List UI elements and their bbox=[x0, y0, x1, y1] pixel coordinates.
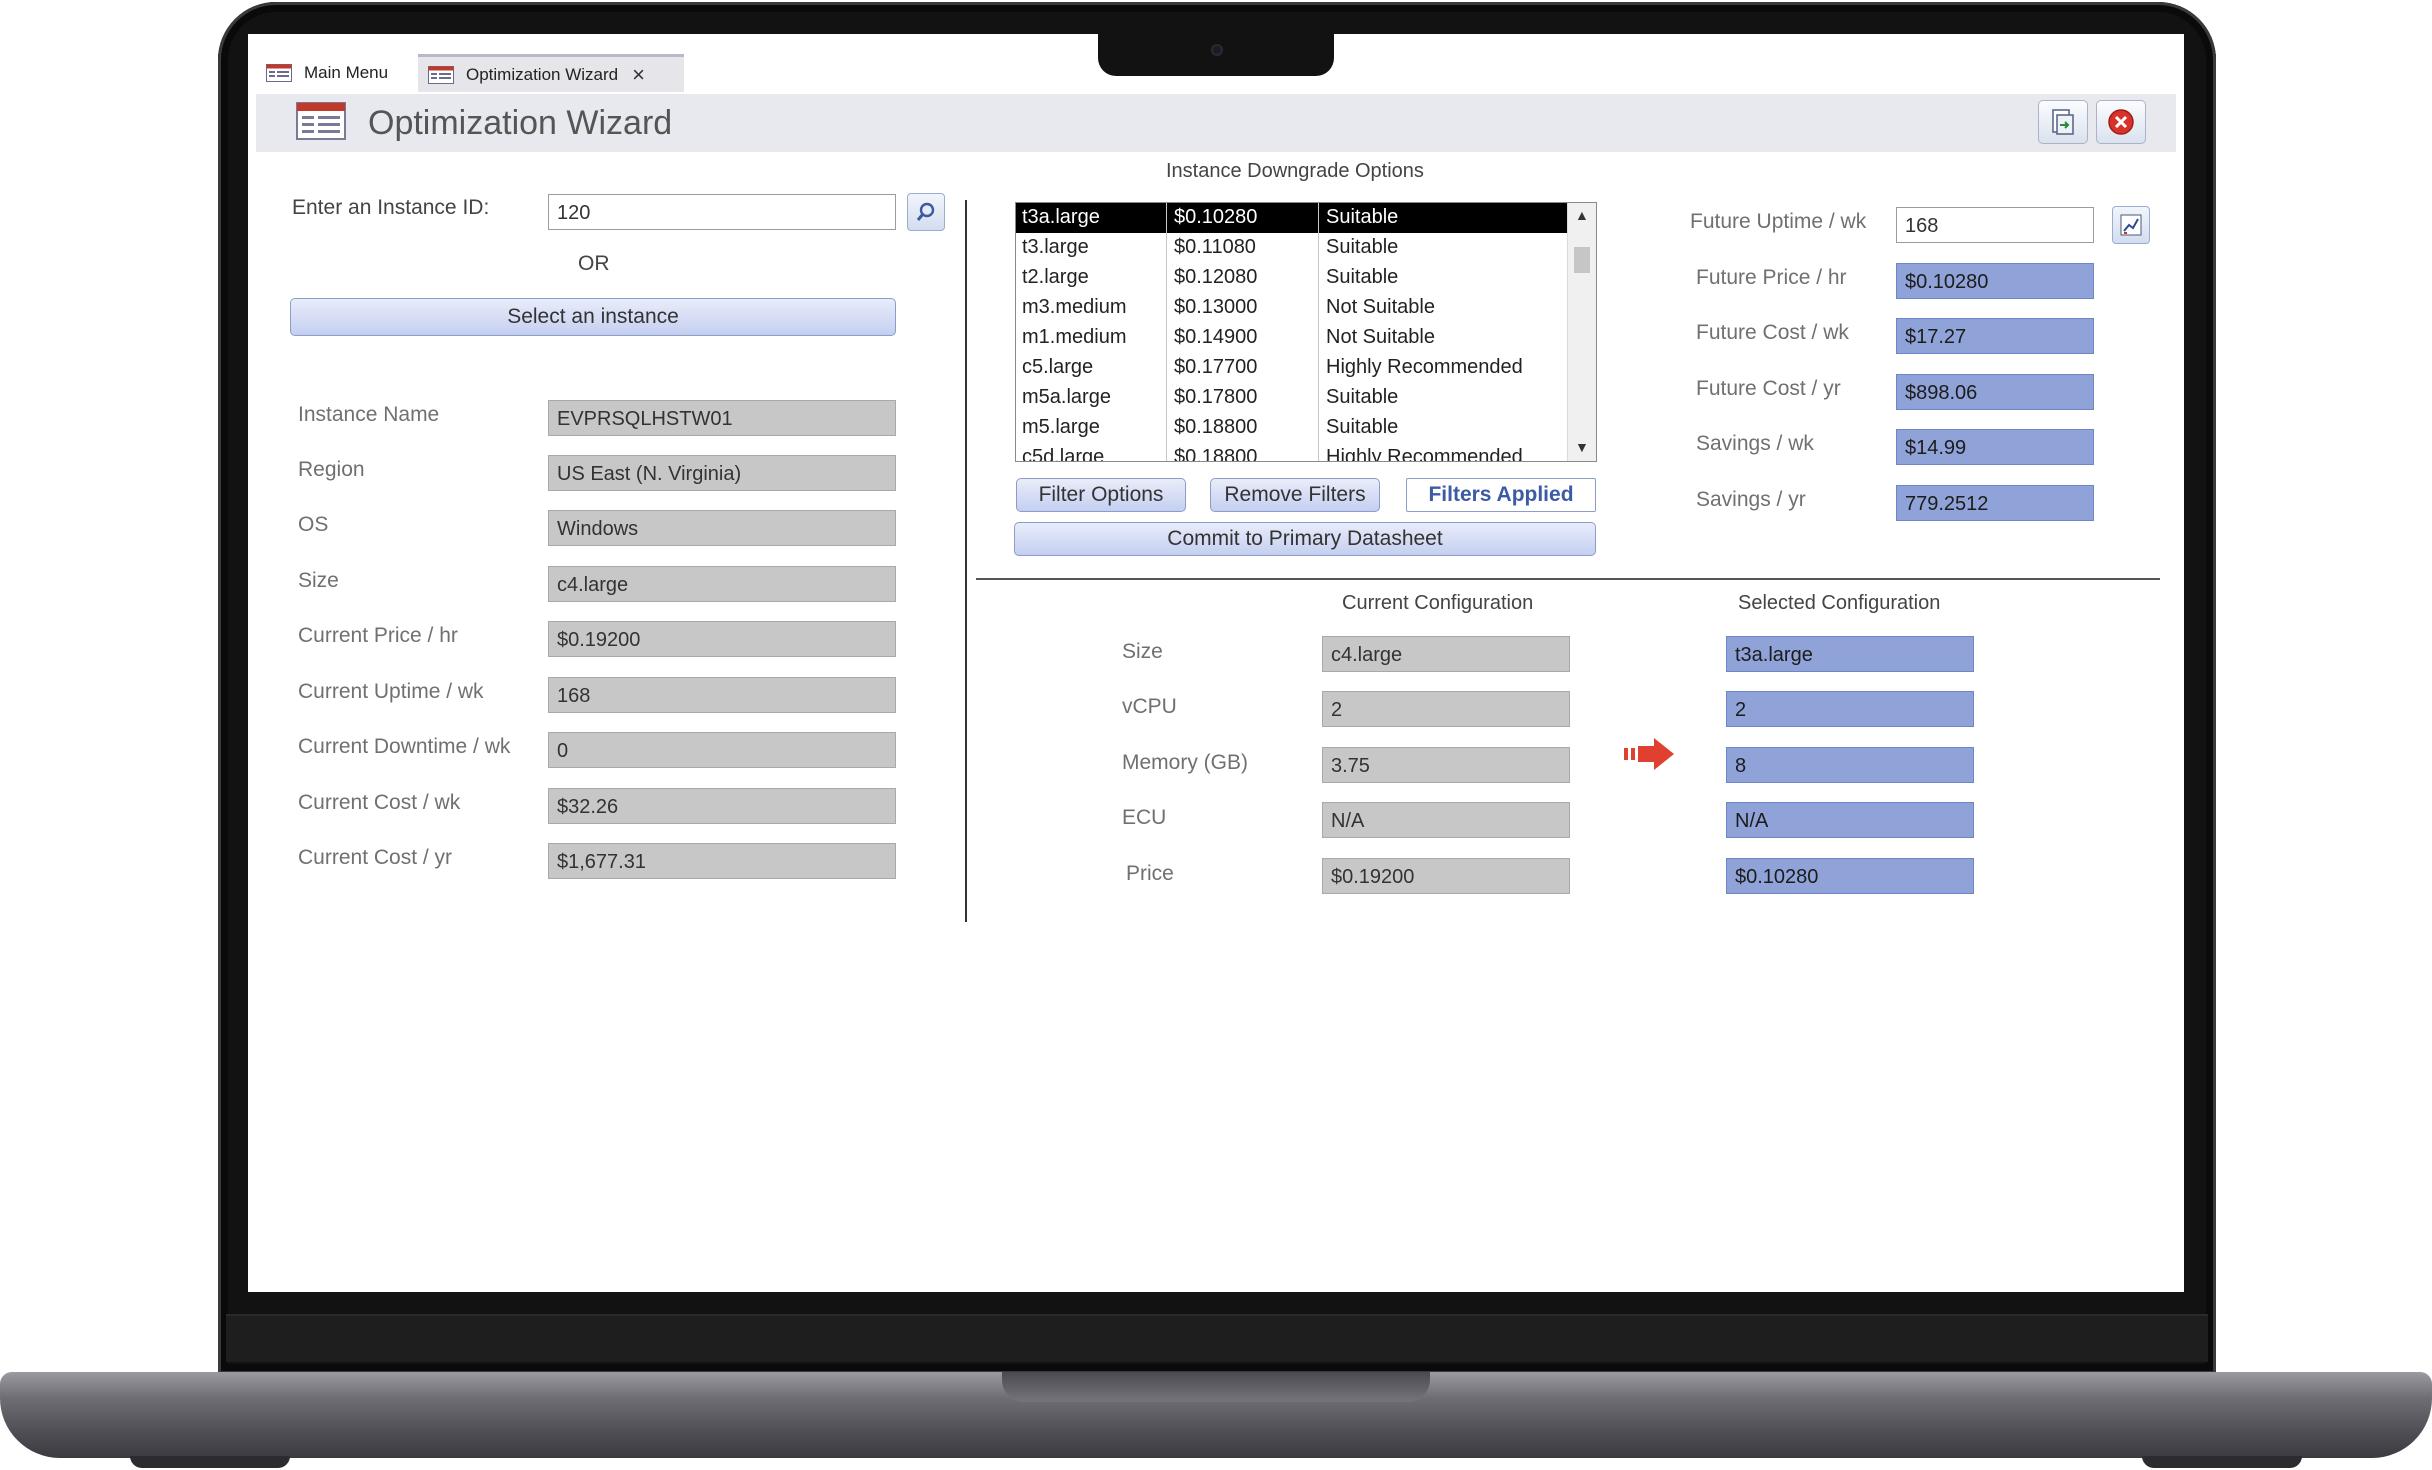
selected-config-header: Selected Configuration bbox=[1738, 592, 1941, 614]
current-downtime-field: 0 bbox=[548, 732, 896, 768]
column-divider bbox=[1166, 203, 1167, 461]
future-label: Future Price / hr bbox=[1696, 266, 1847, 289]
export-button[interactable] bbox=[2038, 100, 2088, 144]
selected-price-config-field: $0.10280 bbox=[1726, 858, 1974, 894]
detail-label: Current Downtime / wk bbox=[298, 735, 511, 758]
compare-label: Memory (GB) bbox=[1122, 751, 1248, 774]
laptop-foot bbox=[2142, 1456, 2302, 1468]
list-item[interactable]: m3.medium $0.13000 Not Suitable bbox=[1016, 293, 1568, 323]
list-item[interactable]: c5.large $0.17700 Highly Recommended bbox=[1016, 353, 1568, 383]
downgrade-options-list[interactable]: t3a.large $0.10280 Suitable t3.large $0.110… bbox=[1015, 202, 1597, 462]
laptop-foot bbox=[130, 1456, 290, 1468]
export-icon bbox=[2052, 109, 2074, 135]
savings-wk-field: $14.99 bbox=[1896, 429, 2094, 465]
list-item[interactable]: m5.large $0.18800 Suitable bbox=[1016, 413, 1568, 443]
selected-size-field: t3a.large bbox=[1726, 636, 1974, 672]
future-price-field: $0.10280 bbox=[1896, 263, 2094, 299]
detail-label: OS bbox=[298, 513, 329, 536]
current-uptime-field: 168 bbox=[548, 677, 896, 713]
current-config-header: Current Configuration bbox=[1342, 592, 1534, 614]
detail-label: Region bbox=[298, 458, 365, 481]
or-text: OR bbox=[578, 252, 610, 275]
compare-label: Size bbox=[1122, 640, 1163, 663]
future-label: Savings / yr bbox=[1696, 488, 1806, 511]
tab-label: Main Menu bbox=[304, 63, 389, 82]
current-ecu-field: N/A bbox=[1322, 802, 1570, 838]
instance-id-label: Enter an Instance ID: bbox=[292, 196, 490, 219]
page-title: Optimization Wizard bbox=[368, 104, 673, 142]
detail-label: Current Cost / yr bbox=[298, 846, 453, 869]
compare-label: vCPU bbox=[1122, 695, 1177, 718]
detail-label: Size bbox=[298, 569, 339, 592]
app-screen: Main Menu Optimization Wizard × Optimiza… bbox=[248, 34, 2184, 1292]
future-action-button[interactable] bbox=[2112, 206, 2150, 244]
compare-label: Price bbox=[1126, 862, 1174, 885]
tab-optimization-wizard[interactable]: Optimization Wizard × bbox=[418, 54, 684, 92]
tab-label: Optimization Wizard bbox=[466, 64, 619, 84]
column-divider bbox=[1318, 203, 1319, 461]
detail-label: Current Uptime / wk bbox=[298, 680, 484, 703]
screen-bezel-bottom bbox=[226, 1314, 2208, 1362]
form-icon bbox=[266, 64, 292, 82]
remove-filters-button[interactable]: Remove Filters bbox=[1210, 478, 1380, 512]
current-cost-wk-field: $32.26 bbox=[548, 788, 896, 824]
select-instance-button[interactable]: Select an instance bbox=[290, 298, 896, 336]
future-cost-yr-field: $898.06 bbox=[1896, 374, 2094, 410]
search-icon bbox=[916, 202, 935, 221]
future-cost-wk-field: $17.27 bbox=[1896, 318, 2094, 354]
current-memory-field: 3.75 bbox=[1322, 747, 1570, 783]
downgrade-options-title: Instance Downgrade Options bbox=[1166, 160, 1424, 182]
current-cost-yr-field: $1,677.31 bbox=[548, 843, 896, 879]
filters-applied-indicator[interactable]: Filters Applied bbox=[1406, 478, 1596, 512]
size-field: c4.large bbox=[548, 566, 896, 602]
right-arrow-icon bbox=[1624, 736, 1676, 772]
scroll-thumb[interactable] bbox=[1574, 247, 1590, 273]
future-label: Future Uptime / wk bbox=[1690, 210, 1867, 233]
current-price-field: $0.19200 bbox=[548, 621, 896, 657]
list-item[interactable]: t2.large $0.12080 Suitable bbox=[1016, 263, 1568, 293]
close-icon[interactable]: × bbox=[632, 62, 645, 88]
commit-button[interactable]: Commit to Primary Datasheet bbox=[1014, 522, 1596, 556]
close-circle-icon bbox=[2108, 109, 2134, 135]
instance-name-field: EVPRSQLHSTW01 bbox=[548, 400, 896, 436]
camera-icon bbox=[1211, 44, 1223, 56]
future-uptime-input[interactable]: 168 bbox=[1896, 207, 2094, 243]
vertical-divider bbox=[965, 200, 967, 922]
form-icon bbox=[296, 102, 346, 140]
list-item[interactable]: m1.medium $0.14900 Not Suitable bbox=[1016, 323, 1568, 353]
close-form-button[interactable] bbox=[2096, 100, 2146, 144]
form-icon bbox=[428, 65, 454, 84]
tab-main-menu[interactable]: Main Menu bbox=[256, 54, 414, 92]
filter-options-button[interactable]: Filter Options bbox=[1016, 478, 1186, 512]
future-label: Future Cost / wk bbox=[1696, 321, 1849, 344]
compare-label: ECU bbox=[1122, 806, 1167, 829]
list-item[interactable]: c5d.large $0.18800 Highly Recommended bbox=[1016, 443, 1568, 461]
scroll-down-icon[interactable]: ▼ bbox=[1575, 439, 1589, 455]
selected-vcpu-field: 2 bbox=[1726, 691, 1974, 727]
future-label: Savings / wk bbox=[1696, 432, 1814, 455]
current-vcpu-field: 2 bbox=[1322, 691, 1570, 727]
detail-label: Current Cost / wk bbox=[298, 791, 461, 814]
scroll-up-icon[interactable]: ▲ bbox=[1575, 207, 1589, 223]
list-item[interactable]: m5a.large $0.17800 Suitable bbox=[1016, 383, 1568, 413]
detail-label: Current Price / hr bbox=[298, 624, 458, 647]
region-field: US East (N. Virginia) bbox=[548, 455, 896, 491]
form-header: Optimization Wizard bbox=[256, 94, 2176, 152]
list-scrollbar[interactable]: ▲ ▼ bbox=[1567, 203, 1596, 461]
selected-ecu-field: N/A bbox=[1726, 802, 1974, 838]
savings-yr-field[interactable]: 779.2512 bbox=[1896, 485, 2094, 521]
horizontal-divider bbox=[976, 578, 2160, 580]
current-price-config-field: $0.19200 bbox=[1322, 858, 1570, 894]
list-item[interactable]: t3.large $0.11080 Suitable bbox=[1016, 233, 1568, 263]
selected-memory-field: 8 bbox=[1726, 747, 1974, 783]
chart-icon bbox=[2120, 214, 2142, 236]
instance-id-input[interactable]: 120 bbox=[548, 194, 896, 230]
detail-label: Instance Name bbox=[298, 403, 440, 426]
list-item[interactable]: t3a.large $0.10280 Suitable bbox=[1016, 203, 1568, 233]
future-label: Future Cost / yr bbox=[1696, 377, 1841, 400]
laptop-hinge-notch bbox=[1002, 1372, 1430, 1402]
search-button[interactable] bbox=[907, 193, 945, 231]
os-field: Windows bbox=[548, 510, 896, 546]
current-size-field: c4.large bbox=[1322, 636, 1570, 672]
